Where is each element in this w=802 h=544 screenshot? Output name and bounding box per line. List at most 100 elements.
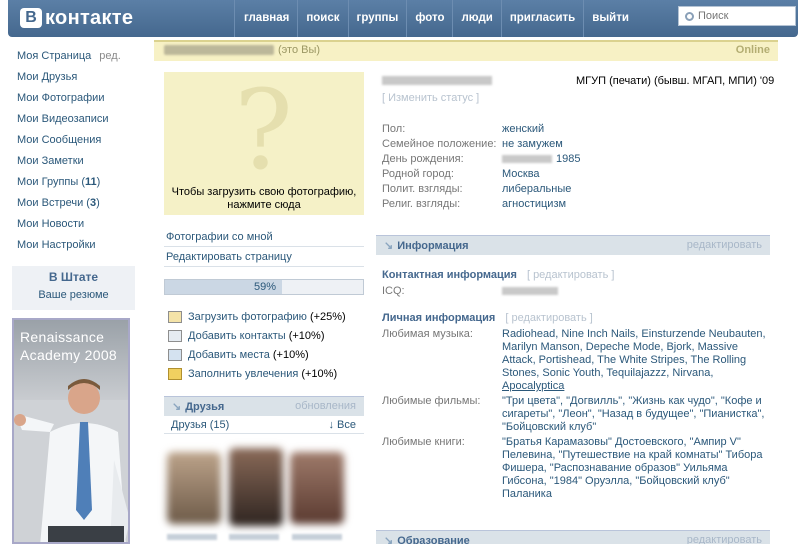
profile-top-bar: (это Вы) Online xyxy=(154,40,778,61)
subheader-title: Личная информация xyxy=(382,312,496,324)
tip-label: Добавить контакты xyxy=(188,330,286,342)
tip-label: Заполнить увлечения xyxy=(188,368,299,380)
edit-link[interactable]: ред. xyxy=(99,50,120,62)
row-label: Семейное положение: xyxy=(382,138,497,150)
events-count: 3 xyxy=(89,197,97,209)
birthday-value[interactable]: 1985 xyxy=(502,152,580,167)
sidebar-item-settings[interactable]: Мои Настройки xyxy=(10,235,140,256)
sidebar-item-label: Мои Заметки xyxy=(17,155,84,167)
edit-page-link[interactable]: Редактировать страницу xyxy=(164,247,364,267)
friends-section-header[interactable]: Друзья обновления xyxy=(164,396,364,416)
contact-info-subheader: Контактная информация [ редактировать ] xyxy=(382,269,614,281)
tip-label: Загрузить фотографию xyxy=(188,311,307,323)
ad-banner[interactable]: Renaissance Academy 2008 xyxy=(12,318,130,544)
row-value[interactable]: женский xyxy=(502,122,544,137)
sidebar-item-friends[interactable]: Мои Друзья xyxy=(10,67,140,88)
sidebar-item-label: Мои Видеозаписи xyxy=(17,113,109,125)
upload-photo-hint: Чтобы загрузить свою фотографию, нажмите… xyxy=(164,186,364,212)
friends-count-link[interactable]: Друзья (15) xyxy=(171,417,229,434)
nav-people[interactable]: люди xyxy=(452,0,500,37)
sidebar-item-label: Мои Сообщения xyxy=(17,134,102,146)
row-value[interactable]: агностицизм xyxy=(502,197,566,212)
sidebar-item-messages[interactable]: Мои Сообщения xyxy=(10,130,140,151)
row-label: Любимые фильмы: xyxy=(382,395,481,407)
contact-edit-link[interactable]: [ редактировать ] xyxy=(527,269,614,281)
blurred-profile-name xyxy=(382,76,492,85)
subheader-title: Контактная информация xyxy=(382,269,517,281)
search-box[interactable] xyxy=(678,6,796,26)
sidebar-item-photos[interactable]: Мои Фотографии xyxy=(10,88,140,109)
friend-photo[interactable] xyxy=(167,452,221,524)
row-label: Полит. взгляды: xyxy=(382,183,463,195)
sidebar-item-label: Мои Группы xyxy=(17,176,79,188)
promo-title: В Штате xyxy=(48,270,99,284)
profile-photo-placeholder[interactable]: ? Чтобы загрузить свою фотографию, нажми… xyxy=(164,66,364,215)
main-nav: главная поиск группы фото люди пригласит… xyxy=(234,0,637,37)
blurred-icq xyxy=(502,287,558,296)
groups-count: 11 xyxy=(85,176,97,188)
icq-value xyxy=(502,284,562,299)
search-input[interactable] xyxy=(698,10,794,22)
resume-link[interactable]: Ваше резюме xyxy=(12,284,135,301)
upload-hint-line: нажмите сюда xyxy=(227,199,301,211)
info-section-header[interactable]: Информация редактировать xyxy=(376,235,770,255)
row-label: Любимая музыка: xyxy=(382,328,473,340)
nav-logout[interactable]: выйти xyxy=(583,0,637,37)
add-places-tip[interactable]: Добавить места (+10%) xyxy=(168,346,309,364)
promo-box: В Штате Ваше резюме xyxy=(12,266,135,310)
friend-name[interactable] xyxy=(167,534,217,540)
row-label: Любимые книги: xyxy=(382,436,465,448)
nav-photos[interactable]: фото xyxy=(406,0,452,37)
sidebar-item-notes[interactable]: Мои Заметки xyxy=(10,151,140,172)
nav-home[interactable]: главная xyxy=(234,0,297,37)
nav-search[interactable]: поиск xyxy=(297,0,347,37)
info-edit-link[interactable]: редактировать xyxy=(687,239,762,251)
sidebar-item-news[interactable]: Мои Новости xyxy=(10,214,140,235)
friend-name[interactable] xyxy=(229,534,279,540)
row-value[interactable]: либеральные xyxy=(502,182,571,197)
films-value[interactable]: "Три цвета", "Догвилль", "Жизнь как чудо… xyxy=(502,395,770,434)
fill-interests-tip[interactable]: Заполнить увлечения (+10%) xyxy=(168,365,337,383)
add-contacts-tip[interactable]: Добавить контакты (+10%) xyxy=(168,327,325,345)
row-label: Религ. взгляды: xyxy=(382,198,461,210)
sidebar-item-groups[interactable]: Мои Группы (11) xyxy=(10,172,140,193)
question-mark-icon: ? xyxy=(234,66,293,194)
row-value[interactable]: Москва xyxy=(502,167,540,182)
blurred-user-name xyxy=(164,45,274,55)
change-status-link[interactable]: [ Изменить статус ] xyxy=(382,92,479,104)
upload-photo-tip[interactable]: Загрузить фотографию (+25%) xyxy=(168,308,346,326)
sidebar-item-events[interactable]: Мои Встречи (3) xyxy=(10,193,140,214)
sidebar-item-label: Моя Страница xyxy=(17,50,92,62)
friends-title: Друзья xyxy=(172,400,224,413)
friend-name[interactable] xyxy=(292,534,342,540)
nav-groups[interactable]: группы xyxy=(347,0,407,37)
photos-with-me-link[interactable]: Фотографии со мной xyxy=(164,227,364,247)
vkontakte-logo[interactable]: B контакте xyxy=(20,6,133,30)
music-value[interactable]: Radiohead, Nine Inch Nails, Einsturzende… xyxy=(502,328,770,393)
profile-progress-bar: 59% xyxy=(164,279,364,295)
photo-icon xyxy=(168,311,182,323)
personal-edit-link[interactable]: [ редактировать ] xyxy=(505,312,592,324)
friends-all-link[interactable]: ↓ Все xyxy=(328,417,356,434)
friend-photo[interactable] xyxy=(229,448,283,526)
sidebar-item-label: Мои Настройки xyxy=(17,239,96,251)
online-status: Online xyxy=(735,44,770,56)
books-value[interactable]: "Братья Карамазовы" Достоевского, "Ампир… xyxy=(502,436,770,501)
education-edit-link[interactable]: редактировать xyxy=(687,534,762,544)
friends-updates-link[interactable]: обновления xyxy=(295,400,356,412)
ad-person-image xyxy=(14,379,128,542)
music-list[interactable]: Radiohead, Nine Inch Nails, Einsturzende… xyxy=(502,328,766,379)
page: B контакте главная поиск группы фото люд… xyxy=(0,0,802,544)
tip-value: (+10%) xyxy=(272,349,309,361)
logo-text: контакте xyxy=(45,6,134,29)
progress-label: 59% xyxy=(253,281,277,293)
education-section-header[interactable]: Образование редактировать xyxy=(376,530,770,544)
row-label: Родной город: xyxy=(382,168,454,180)
music-last-link[interactable]: Apocalyptica xyxy=(502,380,564,392)
sidebar-item-my-page[interactable]: Моя Страница ред. xyxy=(10,46,140,67)
row-value[interactable]: не замужем xyxy=(502,137,563,152)
nav-invite[interactable]: пригласить xyxy=(500,0,583,37)
friend-photo[interactable] xyxy=(290,452,344,524)
sidebar-item-videos[interactable]: Мои Видеозаписи xyxy=(10,109,140,130)
education-title: Образование xyxy=(384,534,470,544)
